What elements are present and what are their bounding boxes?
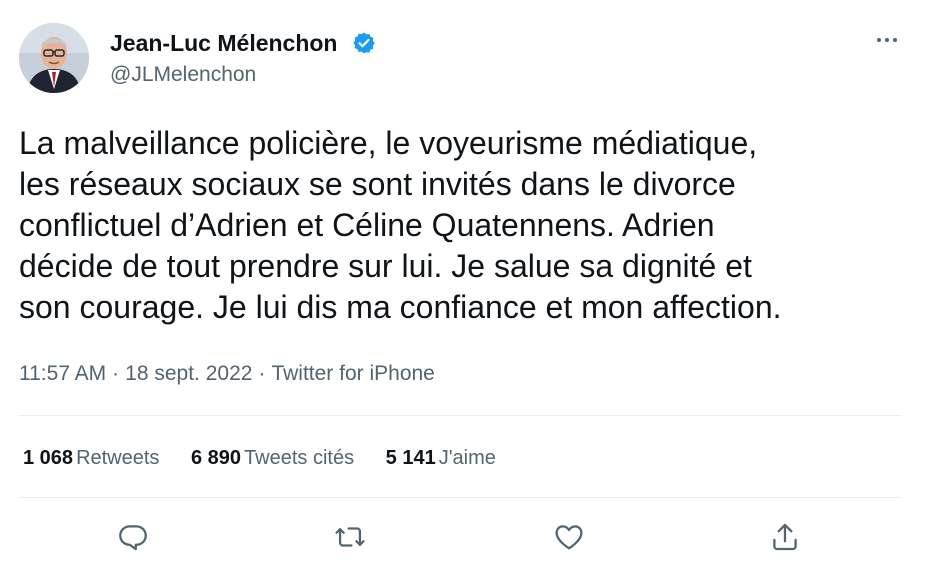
like-button[interactable] bbox=[552, 520, 586, 554]
tweet-text-line: conflictuel d’Adrien et Céline Quatennen… bbox=[19, 207, 715, 243]
divider bbox=[19, 497, 901, 498]
divider bbox=[19, 415, 901, 416]
quote-tweets-label: Tweets cités bbox=[244, 447, 355, 469]
tweet-text: La malveillance policière, le voyeurisme… bbox=[19, 123, 909, 328]
likes-stat[interactable]: 5 141 J'aime bbox=[386, 447, 496, 470]
separator: · bbox=[258, 362, 266, 385]
likes-label: J'aime bbox=[438, 447, 496, 469]
more-options-button[interactable] bbox=[870, 28, 904, 52]
tweet-text-line: La malveillance policière, le voyeurisme… bbox=[19, 125, 758, 161]
like-icon bbox=[555, 525, 583, 550]
retweet-icon bbox=[335, 527, 365, 547]
retweets-count: 1 068 bbox=[23, 447, 74, 469]
share-button[interactable] bbox=[768, 520, 802, 554]
quote-tweets-count: 6 890 bbox=[191, 447, 242, 469]
tweet-source[interactable]: Twitter for iPhone bbox=[271, 362, 434, 385]
retweet-button[interactable] bbox=[333, 520, 367, 554]
tweet-text-line: décide de tout prendre sur lui. Je salue… bbox=[19, 248, 752, 284]
retweets-stat[interactable]: 1 068 Retweets bbox=[23, 447, 159, 470]
tweet: Jean-Luc Mélenchon @JLMelenchon La malve… bbox=[0, 0, 928, 570]
tweet-date[interactable]: 18 sept. 2022 bbox=[125, 362, 252, 385]
likes-count: 5 141 bbox=[385, 447, 436, 469]
tweet-time[interactable]: 11:57 AM bbox=[19, 362, 106, 385]
separator: · bbox=[112, 362, 120, 385]
reply-icon bbox=[119, 525, 147, 551]
tweet-text-line: son courage. Je lui dis ma confiance et … bbox=[19, 289, 782, 325]
tweet-metadata: 11:57 AM · 18 sept. 2022 · Twitter for iPhon… bbox=[19, 362, 435, 386]
avatar[interactable] bbox=[19, 23, 89, 93]
reply-button[interactable] bbox=[116, 520, 150, 554]
tweet-text-line: les réseaux sociaux se sont invités dans… bbox=[19, 166, 736, 202]
author-name[interactable]: Jean-Luc Mélenchon bbox=[110, 30, 337, 57]
verified-badge-icon bbox=[353, 32, 375, 54]
more-horizontal-icon bbox=[893, 38, 897, 42]
more-horizontal-icon bbox=[885, 38, 889, 42]
share-icon bbox=[773, 523, 797, 551]
quote-tweets-stat[interactable]: 6 890 Tweets cités bbox=[191, 447, 354, 470]
retweets-label: Retweets bbox=[76, 447, 160, 469]
tweet-stats: 1 068 Retweets 6 890 Tweets cités 5 141 J'a… bbox=[23, 447, 522, 470]
author-handle[interactable]: @JLMelenchon bbox=[110, 63, 256, 87]
more-horizontal-icon bbox=[877, 38, 881, 42]
